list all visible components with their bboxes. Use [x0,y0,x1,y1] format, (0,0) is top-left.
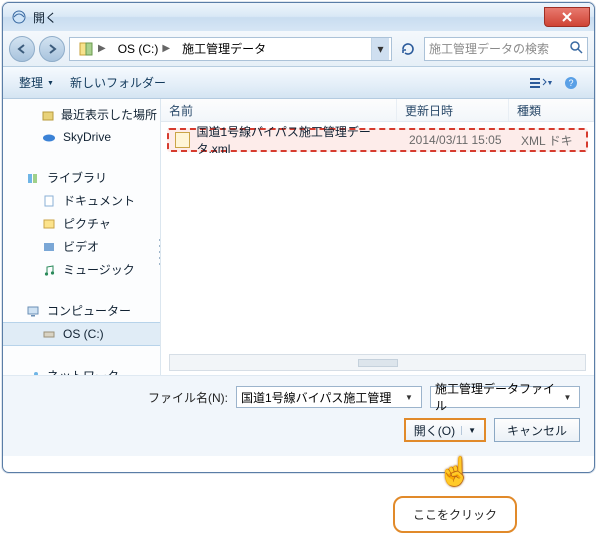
nav-videos[interactable]: ビデオ [3,235,160,258]
search-icon [569,40,583,57]
drive-icon [78,41,94,57]
refresh-button[interactable] [396,37,420,61]
pointing-hand-icon: ☝ [438,455,473,488]
breadcrumb-seg-2-label: 施工管理データ [182,40,266,57]
nav-pictures[interactable]: ピクチャ [3,212,160,235]
file-name: 国道1号線バイパス施工管理データ.xml [196,123,397,157]
libraries-icon [25,170,41,186]
search-placeholder: 施工管理データの検索 [429,40,549,57]
open-button[interactable]: 開く(O) ▼ [404,418,486,442]
filter-combo[interactable]: 施工管理データファイル ▼ [430,386,580,408]
nav-skydrive[interactable]: SkyDrive [3,126,160,148]
cancel-button-label: キャンセル [507,422,567,439]
nav-os-c-label: OS (C:) [63,327,104,341]
chevron-down-icon: ▼ [401,387,417,407]
window-title: 開く [33,9,57,26]
cancel-button[interactable]: キャンセル [494,418,580,442]
videos-icon [41,239,57,255]
nav-videos-label: ビデオ [63,238,99,255]
nav-documents[interactable]: ドキュメント [3,189,160,212]
nav-computer-label: コンピューター [47,302,131,319]
col-name[interactable]: 名前 [161,99,397,121]
file-type: XML ドキ [521,132,573,149]
breadcrumb-seg-folder[interactable]: 施工管理データ [176,38,272,60]
breadcrumb-seg-1-label: OS (C:) [118,42,159,56]
bottom-panel: ファイル名(N): 国道1号線バイパス施工管理 ▼ 施工管理データファイル ▼ … [3,375,594,456]
filter-value: 施工管理データファイル [435,380,560,414]
search-input[interactable]: 施工管理データの検索 [424,37,588,61]
document-icon [41,193,57,209]
network-icon [25,368,41,376]
breadcrumb-root[interactable]: ▶ [72,38,112,60]
list-header: 名前 更新日時 種類 [161,99,594,122]
nav-skydrive-label: SkyDrive [63,130,111,144]
app-icon [11,9,27,25]
cloud-icon [41,129,57,145]
xml-file-icon [175,132,190,148]
recent-icon [41,107,55,123]
breadcrumb[interactable]: ▶ OS (C:) ▶ 施工管理データ ▾ [69,37,392,61]
filename-label: ファイル名(N): [148,389,228,406]
nav-os-c[interactable]: OS (C:) [3,322,160,346]
nav-libraries-label: ライブラリ [47,169,107,186]
col-date[interactable]: 更新日時 [397,99,509,121]
svg-text:?: ? [568,78,573,88]
open-dialog: 開く ▶ OS (C:) ▶ 施工管理データ [2,2,595,473]
breadcrumb-dropdown[interactable]: ▾ [371,38,389,60]
nav-libraries[interactable]: ライブラリ [3,166,160,189]
filename-value: 国道1号線バイパス施工管理 [241,389,391,406]
nav-documents-label: ドキュメント [63,192,135,209]
computer-icon [25,303,41,319]
navigation-pane[interactable]: 最近表示した場所 SkyDrive ライブラリ ドキュメント [3,99,161,375]
annotation-text: ここをクリック [413,508,497,522]
toolbar: 整理 ▼ 新しいフォルダー ▼ ? [3,67,594,99]
nav-recent[interactable]: 最近表示した場所 [3,103,160,126]
filename-row: ファイル名(N): 国道1号線バイパス施工管理 ▼ 施工管理データファイル ▼ [17,386,580,408]
nav-music-label: ミュージック [63,261,135,278]
new-folder-label: 新しいフォルダー [70,74,166,91]
body: 最近表示した場所 SkyDrive ライブラリ ドキュメント [3,99,594,375]
music-icon [41,262,57,278]
nav-computer[interactable]: コンピューター [3,299,160,322]
breadcrumb-seg-drive[interactable]: OS (C:) ▶ [112,38,176,60]
organize-label: 整理 [19,74,43,91]
view-button[interactable]: ▼ [528,72,554,94]
titlebar: 開く [3,3,594,31]
col-type[interactable]: 種類 [509,99,594,121]
nav-network-label: ネットワーク [47,367,119,375]
file-list: 名前 更新日時 種類 国道1号線バイパス施工管理データ.xml 2014/03/… [161,99,594,375]
scrollbar-grip[interactable] [358,359,398,367]
annotation: ☝ ここをクリック [390,457,520,533]
nav-pictures-label: ピクチャ [63,215,111,232]
filename-combo[interactable]: 国道1号線バイパス施工管理 ▼ [236,386,422,408]
chevron-down-icon: ▼ [560,387,575,407]
open-button-label: 開く(O) [414,422,455,439]
back-button[interactable] [9,36,35,62]
help-button[interactable]: ? [558,72,584,94]
open-button-split[interactable]: ▼ [461,426,476,435]
forward-button[interactable] [39,36,65,62]
close-button[interactable] [544,7,590,27]
nav-recent-label: 最近表示した場所 [61,106,157,123]
file-date: 2014/03/11 15:05 [409,133,502,147]
file-row[interactable]: 国道1号線バイパス施工管理データ.xml 2014/03/11 15:05 XM… [167,128,588,152]
annotation-callout: ここをクリック [393,496,517,533]
pictures-icon [41,216,57,232]
address-bar-row: ▶ OS (C:) ▶ 施工管理データ ▾ 施工管理データの検索 [3,31,594,67]
new-folder-button[interactable]: 新しいフォルダー [64,72,172,93]
drive-icon [41,326,57,342]
nav-network[interactable]: ネットワーク [3,364,160,375]
nav-music[interactable]: ミュージック [3,258,160,281]
organize-button[interactable]: 整理 ▼ [13,72,60,93]
horizontal-scrollbar[interactable] [169,354,586,371]
